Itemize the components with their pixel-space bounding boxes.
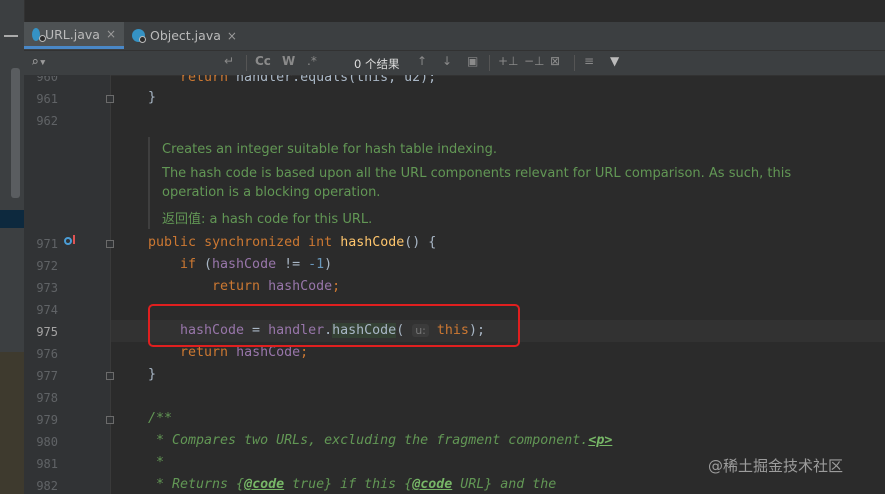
line-number: 980 — [36, 435, 58, 449]
fold-marker-icon[interactable] — [106, 95, 114, 103]
multiline-icon[interactable]: ≡ — [584, 54, 594, 68]
line-number: 971 — [36, 237, 58, 251]
minimize-icon[interactable] — [4, 35, 18, 37]
add-occurrence-icon[interactable]: +⊥ — [498, 54, 519, 68]
field: hashCode — [236, 345, 301, 360]
find-bar: ⌕▾ ↵ Cc W .* 0 个结果 ↑ ↓ ▣ +⊥ −⊥ ⊠ ≡ ▼ — [24, 51, 885, 76]
search-icon[interactable]: ⌕▾ — [31, 55, 47, 70]
comment-text: true} if this { — [284, 477, 413, 492]
fold-marker-icon[interactable] — [106, 240, 114, 248]
select-all-occurrences-icon[interactable]: ⊠ — [550, 54, 560, 68]
override-marker-icon[interactable] — [64, 237, 72, 245]
line-number: 977 — [36, 369, 58, 383]
breakpoint-marker-icon[interactable] — [73, 235, 75, 244]
line-number: 974 — [36, 303, 58, 317]
divider — [246, 55, 247, 71]
line-number: 978 — [36, 391, 58, 405]
code-line-980: * Compares two URLs, excluding the fragm… — [148, 433, 612, 448]
line-number: 975 — [36, 325, 58, 339]
method-name: hashCode — [340, 235, 405, 250]
line-number: 982 — [36, 479, 58, 493]
code-text: ; — [300, 345, 309, 360]
remove-occurrence-icon[interactable]: −⊥ — [524, 54, 545, 68]
code-text: != — [276, 257, 309, 272]
doc-line-2: The hash code is based upon all the URL … — [162, 166, 792, 181]
keyword: int — [308, 235, 333, 250]
project-scrollbar[interactable] — [11, 68, 20, 198]
doc-line-3: operation is a blocking operation. — [162, 185, 381, 200]
newline-icon[interactable]: ↵ — [224, 54, 234, 68]
comment-text: URL} and the — [452, 477, 557, 492]
selected-tree-row[interactable] — [0, 210, 24, 228]
tab-label: URL.java — [44, 26, 100, 42]
doc-line-1: Creates an integer suitable for hash tab… — [162, 142, 498, 157]
doc-tag: @code — [412, 477, 453, 492]
code-text: ) — [324, 257, 333, 272]
code-text: ( — [196, 257, 213, 272]
gutter-divider — [110, 75, 111, 494]
search-results-count: 0 个结果 — [354, 57, 400, 71]
highlight-box — [148, 304, 520, 347]
keyword: return — [180, 345, 229, 360]
previous-occurrence-icon[interactable]: ↑ — [417, 54, 427, 68]
java-class-icon — [132, 29, 146, 43]
code-line-981: * — [148, 455, 165, 470]
code-text: () { — [404, 235, 437, 250]
code-line-977: } — [148, 367, 157, 382]
code-line-961: } — [148, 90, 157, 105]
close-icon[interactable]: × — [227, 29, 237, 43]
doc-tag: @code — [244, 477, 285, 492]
select-all-icon[interactable]: ▣ — [467, 54, 478, 68]
line-number: 981 — [36, 457, 58, 471]
project-panel-area — [0, 352, 24, 494]
doc-returns: 返回值: a hash code for this URL. — [162, 208, 372, 227]
line-number: 961 — [36, 92, 58, 106]
code-line-982: * Returns {@code true} if this {@code UR… — [148, 477, 556, 492]
line-number: 976 — [36, 347, 58, 361]
line-number: 962 — [36, 114, 58, 128]
code-line-979: /** — [148, 411, 173, 426]
java-class-icon — [32, 27, 46, 42]
close-icon[interactable]: × — [106, 27, 116, 41]
line-number: 972 — [36, 259, 58, 273]
keyword: synchronized — [204, 235, 301, 250]
returns-text: a hash code for this URL. — [205, 212, 373, 227]
returns-label: 返回值: — [162, 212, 206, 227]
number: -1 — [308, 257, 325, 272]
code-line-972: if (hashCode != -1) — [180, 257, 332, 272]
tab-object-java[interactable]: Object.java × — [124, 22, 254, 49]
match-case-toggle[interactable]: Cc — [255, 54, 271, 68]
fold-marker-icon[interactable] — [106, 416, 114, 424]
doc-tag: <p> — [588, 433, 613, 448]
editor-tab-bar: URL.java × Object.java × — [24, 22, 885, 51]
words-toggle[interactable]: W — [282, 54, 295, 68]
filter-icon[interactable]: ▼ — [610, 54, 619, 68]
code-line-971: public synchronized int hashCode() { — [148, 235, 436, 250]
tab-label: Object.java — [150, 28, 221, 43]
divider — [489, 55, 490, 71]
fold-marker-icon[interactable] — [106, 372, 114, 380]
keyword: public — [148, 235, 197, 250]
keyword: return — [212, 279, 261, 294]
project-tool-strip — [0, 0, 25, 494]
code-line-976: return hashCode; — [180, 345, 308, 360]
field: hashCode — [212, 257, 277, 272]
code-line-973: return hashCode; — [212, 279, 340, 294]
next-occurrence-icon[interactable]: ↓ — [442, 54, 452, 68]
comment-text: * Returns { — [148, 477, 245, 492]
watermark: @稀土掘金技术社区 — [708, 457, 844, 475]
keyword: if — [180, 257, 197, 272]
regex-toggle[interactable]: .* — [307, 54, 317, 68]
tab-url-java[interactable]: URL.java × — [24, 22, 124, 49]
line-number: 979 — [36, 413, 58, 427]
divider — [574, 55, 575, 71]
field: hashCode — [268, 279, 333, 294]
line-number: 973 — [36, 281, 58, 295]
code-text: ; — [332, 279, 341, 294]
comment-text: * Compares two URLs, excluding the fragm… — [148, 433, 589, 448]
